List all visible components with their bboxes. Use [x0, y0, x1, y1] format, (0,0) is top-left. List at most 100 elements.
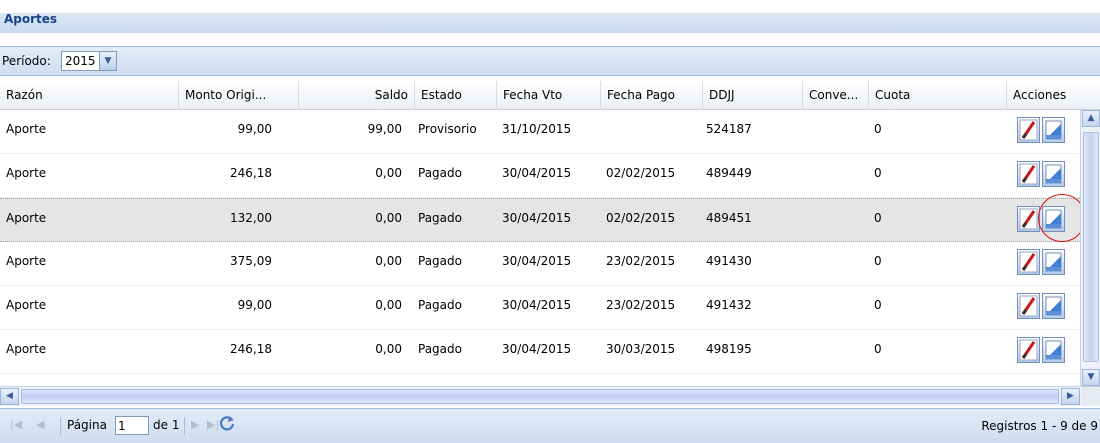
- cell-fecha-pago: 02/02/2015: [606, 166, 676, 180]
- page-number-input[interactable]: [115, 416, 149, 435]
- panel-header: Aportes: [0, 0, 1100, 33]
- edit-icon[interactable]: [1017, 337, 1040, 363]
- period-value: 2015: [65, 54, 96, 68]
- print-icon[interactable]: [1042, 293, 1065, 319]
- first-page-icon[interactable]: |◀: [10, 418, 22, 431]
- cell-razon: Aporte: [6, 342, 47, 356]
- column-header-estado[interactable]: Estado: [414, 81, 496, 110]
- vertical-scroll-thumb[interactable]: [1083, 132, 1099, 362]
- table-row[interactable]: Aporte 99,00 99,00 Provisorio 31/10/2015 5241…: [0, 110, 1080, 154]
- cell-ddjj: 489449: [706, 166, 752, 180]
- pager-separator: [184, 417, 185, 435]
- vertical-scrollbar[interactable]: ▲ ▼: [1080, 110, 1100, 386]
- cell-saldo: 0,00: [375, 211, 402, 225]
- cell-razon: Aporte: [6, 122, 47, 136]
- scroll-corner: [1081, 387, 1100, 406]
- edit-icon[interactable]: [1017, 117, 1040, 143]
- cell-fecha-vto: 30/04/2015: [502, 166, 572, 180]
- cell-estado: Pagado: [418, 211, 462, 225]
- grid-body: Aporte 99,00 99,00 Provisorio 31/10/2015 5241…: [0, 110, 1080, 386]
- cell-fecha-vto: 30/04/2015: [502, 342, 572, 356]
- cell-cuota: 0: [874, 211, 882, 225]
- edit-icon[interactable]: [1017, 249, 1040, 275]
- cell-estado: Pagado: [418, 166, 462, 180]
- column-header-razon[interactable]: Razón: [0, 81, 178, 110]
- column-header-ddjj[interactable]: DDJJ: [702, 81, 802, 110]
- cell-monto: 99,00: [237, 122, 272, 136]
- edit-icon[interactable]: [1017, 206, 1040, 232]
- records-count: Registros 1 - 9 de 9: [981, 419, 1098, 433]
- cell-ddjj: 491430: [706, 254, 752, 268]
- column-header-acciones[interactable]: Acciones: [1006, 81, 1100, 110]
- cell-saldo: 99,00: [367, 122, 402, 136]
- column-header-fecha-vto[interactable]: Fecha Vto: [496, 81, 600, 110]
- cell-razon: Aporte: [6, 254, 47, 268]
- cell-ddjj: 498195: [706, 342, 752, 356]
- cell-monto: 246,18: [230, 166, 272, 180]
- table-row[interactable]: Aporte 99,00 0,00 Pagado 30/04/2015 23/02/201…: [0, 286, 1080, 330]
- horizontal-scrollbar[interactable]: ◀ ▶: [0, 386, 1100, 406]
- cell-estado: Provisorio: [418, 122, 477, 136]
- page-label: Página: [67, 418, 107, 432]
- chevron-down-icon[interactable]: ▼: [99, 52, 116, 70]
- cell-monto: 246,18: [230, 342, 272, 356]
- cell-cuota: 0: [874, 166, 882, 180]
- period-select[interactable]: 2015 ▼: [61, 51, 117, 71]
- cell-saldo: 0,00: [375, 298, 402, 312]
- cell-estado: Pagado: [418, 342, 462, 356]
- cell-ddjj: 491432: [706, 298, 752, 312]
- column-header-conve[interactable]: Conve...: [802, 81, 868, 110]
- table-row[interactable]: Aporte 246,18 0,00 Pagado 30/04/2015 30/03/20…: [0, 330, 1080, 374]
- next-page-icon[interactable]: ▶: [191, 418, 199, 431]
- cell-cuota: 0: [874, 254, 882, 268]
- cell-razon: Aporte: [6, 211, 47, 225]
- cell-fecha-pago: 02/02/2015: [606, 211, 676, 225]
- cell-razon: Aporte: [6, 298, 47, 312]
- print-icon[interactable]: [1042, 161, 1065, 187]
- scroll-left-icon[interactable]: ◀: [0, 388, 19, 405]
- scroll-down-icon[interactable]: ▼: [1082, 369, 1100, 386]
- cell-fecha-vto: 31/10/2015: [502, 122, 572, 136]
- print-icon[interactable]: [1042, 337, 1065, 363]
- table-row[interactable]: Aporte 246,18 0,00 Pagado 30/04/2015 02/02/20…: [0, 154, 1080, 198]
- scroll-right-icon[interactable]: ▶: [1061, 388, 1080, 405]
- prev-page-icon[interactable]: ◀: [36, 418, 44, 431]
- cell-cuota: 0: [874, 298, 882, 312]
- cell-cuota: 0: [874, 342, 882, 356]
- cell-saldo: 0,00: [375, 342, 402, 356]
- cell-fecha-pago: 23/02/2015: [606, 298, 676, 312]
- cell-razon: Aporte: [6, 166, 47, 180]
- cell-ddjj: 489451: [706, 211, 752, 225]
- pager-separator: [60, 417, 61, 435]
- cell-monto: 99,00: [237, 298, 272, 312]
- period-label: Período:: [2, 54, 51, 68]
- column-header-monto[interactable]: Monto Origi...: [178, 81, 298, 110]
- cell-saldo: 0,00: [375, 166, 402, 180]
- cell-estado: Pagado: [418, 298, 462, 312]
- horizontal-scroll-thumb[interactable]: [21, 389, 1059, 404]
- cell-estado: Pagado: [418, 254, 462, 268]
- cell-fecha-pago: 30/03/2015: [606, 342, 676, 356]
- scroll-up-icon[interactable]: ▲: [1082, 110, 1100, 127]
- cell-ddjj: 524187: [706, 122, 752, 136]
- refresh-icon[interactable]: [218, 414, 236, 432]
- column-header-fecha-pago[interactable]: Fecha Pago: [600, 81, 702, 110]
- grid-header: Razón Monto Origi... Saldo Estado Fecha …: [0, 81, 1100, 110]
- cell-fecha-pago: 23/02/2015: [606, 254, 676, 268]
- cell-cuota: 0: [874, 122, 882, 136]
- pager-toolbar: |◀ ◀ Página de 1 ▶ ▶| Registros 1 - 9 de…: [0, 408, 1100, 443]
- table-row[interactable]: Aporte 375,09 0,00 Pagado 30/04/2015 23/02/20…: [0, 242, 1080, 286]
- print-icon[interactable]: [1042, 249, 1065, 275]
- cell-monto: 132,00: [230, 211, 272, 225]
- column-header-cuota[interactable]: Cuota: [868, 81, 1006, 110]
- edit-icon[interactable]: [1017, 293, 1040, 319]
- panel-title: Aportes: [4, 12, 58, 26]
- print-icon[interactable]: [1042, 117, 1065, 143]
- page-total-label: de 1: [153, 418, 180, 432]
- column-header-saldo[interactable]: Saldo: [298, 81, 414, 110]
- cell-fecha-vto: 30/04/2015: [502, 211, 572, 225]
- edit-icon[interactable]: [1017, 161, 1040, 187]
- cell-monto: 375,09: [230, 254, 272, 268]
- table-row[interactable]: Aporte 132,00 0,00 Pagado 30/04/2015 02/02/20…: [0, 198, 1080, 242]
- filter-toolbar: Período: 2015 ▼: [0, 46, 1100, 76]
